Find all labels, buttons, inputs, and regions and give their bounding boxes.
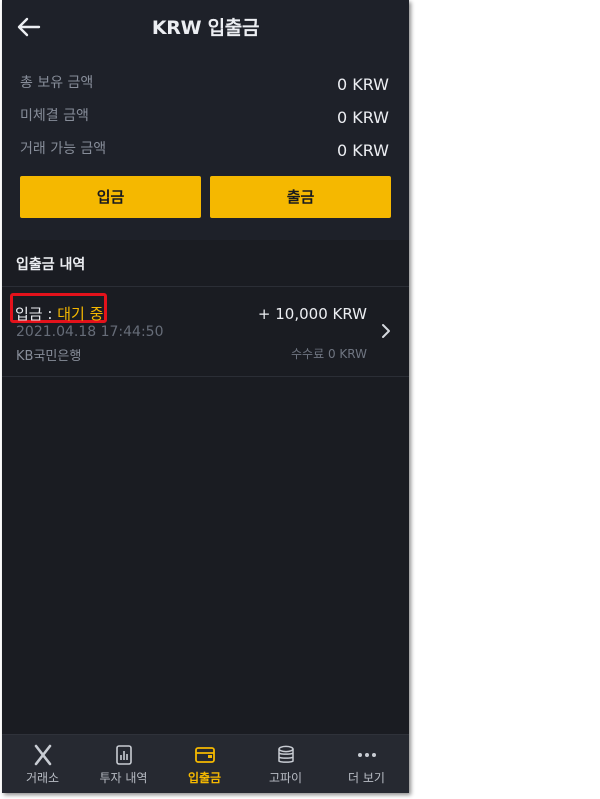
coins-icon bbox=[277, 745, 294, 763]
balance-summary: 총 보유 금액 0 KRW 미체결 금액 0 KRW 거래 가능 금액 0 KR… bbox=[2, 54, 409, 240]
header: KRW 입출금 bbox=[2, 0, 409, 54]
tab-deposit-withdraw[interactable]: 입출금 bbox=[164, 735, 245, 793]
summary-row-available: 거래 가능 금액 0 KRW bbox=[20, 138, 389, 172]
transaction-status: 대기 중 bbox=[57, 305, 104, 323]
page-title: KRW 입출금 bbox=[151, 17, 260, 39]
tab-investment-history[interactable]: 투자 내역 bbox=[83, 735, 164, 793]
transaction-amount: + 10,000 KRW bbox=[257, 305, 367, 323]
transaction-type-label: 입금 : bbox=[15, 305, 58, 323]
history-title: 입출금 내역 bbox=[16, 257, 86, 273]
summary-row-pending: 미체결 금액 0 KRW bbox=[20, 105, 389, 139]
tab-label: 입출금 bbox=[187, 771, 222, 785]
wallet-icon bbox=[194, 747, 215, 763]
transaction-item[interactable]: 입금 : 대기 중 + 10,000 KRW 2021.04.18 17:44:… bbox=[2, 287, 409, 376]
tab-label: 더 보기 bbox=[348, 771, 385, 785]
more-icon bbox=[357, 753, 376, 757]
summary-label: 거래 가능 금액 bbox=[20, 141, 107, 157]
app-screen: KRW 입출금 총 보유 금액 0 KRW 미체결 금액 0 KRW 거래 가능… bbox=[2, 0, 409, 793]
bottom-tab-bar: 거래소 투자 내역 입출금 고파이 더 보기 bbox=[2, 734, 409, 793]
summary-label: 총 보유 금액 bbox=[20, 75, 94, 91]
chart-icon bbox=[115, 745, 132, 765]
divider bbox=[2, 376, 409, 377]
tab-more[interactable]: 더 보기 bbox=[326, 735, 407, 793]
summary-value: 0 KRW bbox=[336, 75, 389, 94]
tab-label: 거래소 bbox=[25, 771, 60, 785]
summary-value: 0 KRW bbox=[336, 141, 389, 160]
transaction-bank: KB국민은행 bbox=[16, 349, 82, 364]
transaction-type: 입금 : 대기 중 bbox=[15, 303, 103, 324]
withdraw-button[interactable]: 출금 bbox=[210, 176, 391, 218]
tab-label: 투자 내역 bbox=[99, 771, 148, 785]
tab-exchange[interactable]: 거래소 bbox=[2, 735, 83, 793]
transaction-fee: 수수료 0 KRW bbox=[291, 347, 367, 361]
tab-label: 고파이 bbox=[268, 771, 303, 785]
transaction-history: 입출금 내역 입금 : 대기 중 + 10,000 KRW 2021.04.18… bbox=[2, 240, 409, 734]
transaction-datetime: 2021.04.18 17:44:50 bbox=[16, 324, 164, 340]
exchange-icon bbox=[34, 744, 51, 766]
chevron-right-icon bbox=[382, 324, 390, 338]
tab-gopax[interactable]: 고파이 bbox=[245, 735, 326, 793]
summary-value: 0 KRW bbox=[336, 108, 389, 127]
deposit-button[interactable]: 입금 bbox=[20, 176, 201, 218]
summary-label: 미체결 금액 bbox=[20, 108, 89, 124]
summary-row-total: 총 보유 금액 0 KRW bbox=[20, 72, 389, 106]
